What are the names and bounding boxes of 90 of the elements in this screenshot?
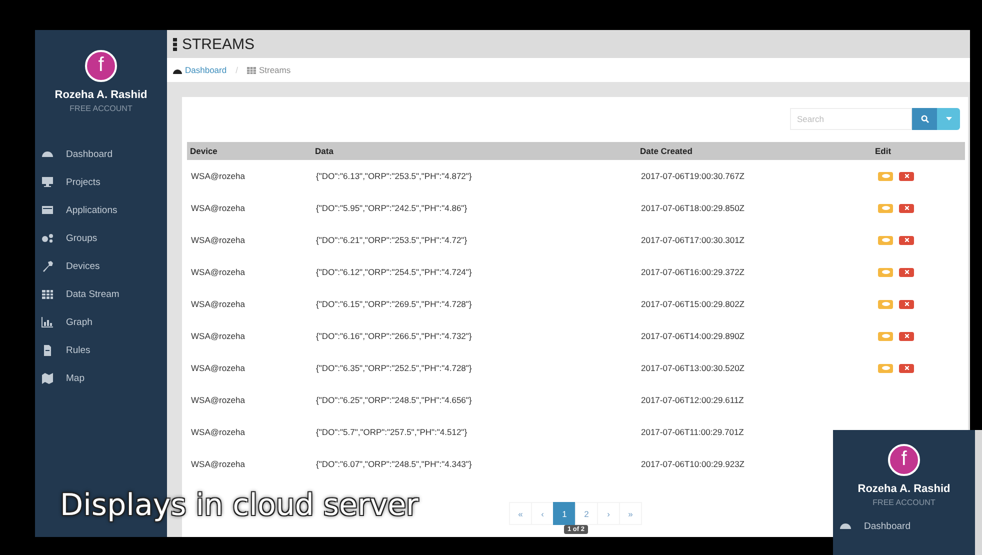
breadcrumb-current: Streams bbox=[246, 65, 291, 75]
card-icon bbox=[41, 204, 54, 216]
column-header: Data bbox=[312, 142, 637, 160]
eye-icon bbox=[882, 270, 890, 274]
close-icon bbox=[904, 302, 908, 306]
search-icon bbox=[920, 115, 928, 123]
pagination-button[interactable]: 1 bbox=[553, 502, 576, 525]
table-cell-text: 2017-07-06T13:00:30.520Z bbox=[640, 362, 746, 375]
column-header: Date Created bbox=[637, 142, 872, 160]
eye-icon bbox=[882, 238, 890, 242]
page-title: STREAMS bbox=[182, 36, 255, 52]
sidebar-item[interactable]: Data Stream bbox=[35, 280, 167, 308]
delete-button[interactable] bbox=[899, 332, 914, 340]
table-cell-text: 2017-07-06T16:00:29.372Z bbox=[640, 266, 746, 279]
column-header: Edit bbox=[872, 142, 965, 160]
table-cell-text: {"DO":"6.35","ORP":"252.5","PH":"4.728"} bbox=[315, 362, 473, 375]
bar-chart-icon bbox=[41, 316, 54, 328]
table-cell-text: WSA@rozeha bbox=[190, 458, 246, 471]
table-cell-text: {"DO":"6.15","ORP":"269.5","PH":"4.728"} bbox=[315, 298, 473, 311]
user-name: Rozeha A. Rashid bbox=[858, 483, 950, 495]
table-cell-text: WSA@rozeha bbox=[190, 266, 246, 279]
delete-button[interactable] bbox=[899, 236, 914, 244]
eye-icon bbox=[882, 302, 890, 306]
table-cell: {"DO":"6.13","ORP":"253.5","PH":"4.872"} bbox=[312, 160, 637, 192]
close-icon bbox=[904, 334, 908, 338]
table-cell-text: {"DO":"6.16","ORP":"266.5","PH":"4.732"} bbox=[315, 330, 473, 343]
table-cell-text: 2017-07-06T12:00:29.611Z bbox=[640, 394, 745, 407]
eye-icon bbox=[882, 366, 890, 370]
search-field[interactable]: Search bbox=[790, 108, 912, 130]
table-cell-text: WSA@rozeha bbox=[190, 202, 246, 215]
table-cell-text: {"DO":"6.21","ORP":"253.5","PH":"4.72"} bbox=[315, 234, 468, 247]
delete-button[interactable] bbox=[899, 268, 914, 276]
eye-icon bbox=[882, 174, 890, 178]
table-icon bbox=[246, 66, 256, 74]
table-cell-text: WSA@rozeha bbox=[190, 234, 246, 247]
delete-button[interactable] bbox=[899, 172, 914, 180]
avatar[interactable]: f bbox=[85, 50, 117, 82]
close-icon bbox=[904, 206, 908, 210]
account-type: FREE ACCOUNT bbox=[70, 104, 132, 113]
table-cell-text: {"DO":"6.25","ORP":"248.5","PH":"4.656"} bbox=[315, 394, 473, 407]
map-icon bbox=[41, 372, 54, 384]
table-cell: WSA@rozeha bbox=[187, 160, 312, 192]
table-cell-text: WSA@rozeha bbox=[190, 426, 246, 439]
sidebar-item[interactable]: Rules bbox=[35, 336, 167, 364]
sidebar-item[interactable]: Map bbox=[35, 364, 167, 392]
close-icon bbox=[904, 270, 908, 274]
sidebar-item[interactable]: Applications bbox=[35, 196, 167, 224]
close-icon bbox=[904, 174, 908, 178]
sidebar-item[interactable]: Projects bbox=[35, 168, 167, 196]
document-icon bbox=[41, 344, 54, 356]
sidebar-item[interactable]: Dashboard bbox=[35, 140, 167, 168]
table-cell-text: {"DO":"5.7","ORP":"257.5","PH":"4.512"} bbox=[315, 426, 468, 439]
search-button[interactable] bbox=[912, 108, 937, 130]
vertical-dots-icon bbox=[173, 38, 177, 50]
table-cell-text: {"DO":"5.95","ORP":"242.5","PH":"4.86"} bbox=[315, 202, 468, 215]
sidebar-item[interactable]: Groups bbox=[35, 224, 167, 252]
user-name: Rozeha A. Rashid bbox=[54, 89, 148, 101]
breadcrumb-separator: / bbox=[236, 65, 238, 75]
table-cell-text: WSA@rozeha bbox=[190, 362, 246, 375]
column-header: Device bbox=[187, 142, 312, 160]
eye-icon bbox=[882, 334, 890, 338]
table-cell-text: WSA@rozeha bbox=[190, 330, 246, 343]
sidebar-item[interactable]: Dashboard bbox=[833, 515, 975, 537]
table-cell: 2017-07-06T19:00:30.767Z bbox=[637, 160, 872, 192]
delete-button[interactable] bbox=[899, 364, 914, 372]
table-cell-text: 2017-07-06T15:00:29.802Z bbox=[640, 298, 746, 311]
monitor-icon bbox=[41, 176, 54, 188]
table-cell-text: 2017-07-06T17:00:30.301Z bbox=[640, 234, 746, 247]
caret-icon bbox=[946, 117, 952, 121]
sidebar-item[interactable]: Graph bbox=[35, 308, 167, 336]
delete-button[interactable] bbox=[899, 300, 914, 308]
eye-icon bbox=[882, 206, 890, 210]
delete-button[interactable] bbox=[899, 204, 914, 212]
close-icon bbox=[904, 238, 908, 242]
table-cell-text: WSA@rozeha bbox=[190, 298, 246, 311]
table-cell-text: {"DO":"6.12","ORP":"254.5","PH":"4.724"} bbox=[315, 266, 473, 279]
table-cell-text: WSA@rozeha bbox=[190, 394, 246, 407]
breadcrumb-link[interactable]: Dashboard bbox=[173, 65, 227, 75]
table-cell-text: {"DO":"6.07","ORP":"248.5","PH":"4.343"} bbox=[315, 458, 473, 471]
wrench-icon bbox=[41, 260, 54, 272]
dropdown-button[interactable] bbox=[937, 108, 960, 130]
account-type: FREE ACCOUNT bbox=[872, 498, 936, 507]
table-cell-text: 2017-07-06T18:00:29.850Z bbox=[640, 202, 746, 215]
table-icon bbox=[41, 288, 54, 300]
sidebar-item[interactable]: Devices bbox=[35, 252, 167, 280]
close-icon bbox=[904, 366, 908, 370]
avatar[interactable]: f bbox=[888, 444, 920, 476]
table-cell-text: 2017-07-06T10:00:29.923Z bbox=[640, 458, 746, 471]
table-cell-text: 2017-07-06T11:00:29.701Z bbox=[640, 426, 745, 439]
table-cell-text: 2017-07-06T14:00:29.890Z bbox=[640, 330, 746, 343]
